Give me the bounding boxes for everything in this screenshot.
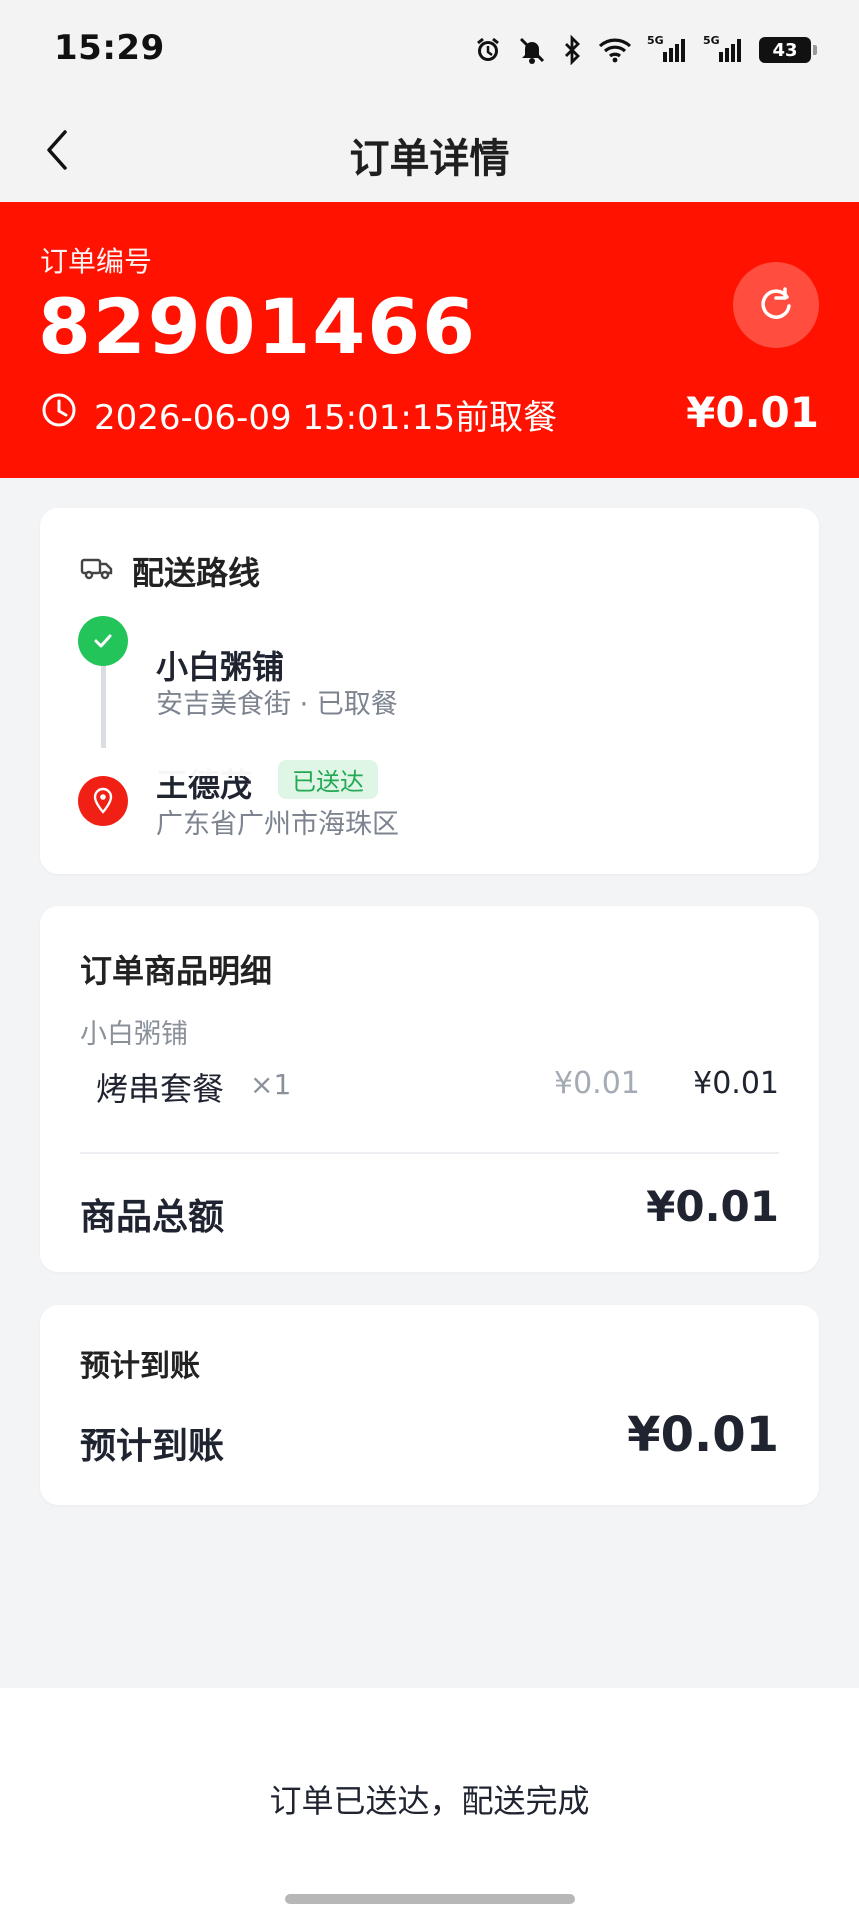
nav-bar: 订单详情: [0, 100, 859, 202]
route-connector-line: [101, 656, 106, 748]
bottom-status-bar: 订单已送达，配送完成: [0, 1688, 859, 1920]
pickup-time-text: 2026-06-09 15:01:15前取餐: [94, 398, 558, 438]
income-value: ¥0.01: [627, 1407, 779, 1463]
network-label-1: 5G: [647, 34, 664, 47]
battery-indicator: 43: [759, 37, 817, 63]
subtotal-value: ¥0.01: [646, 1182, 779, 1231]
item-row: 烤串套餐 ×1 ¥0.01 ¥0.01: [96, 1064, 819, 1114]
item-total-price: ¥0.01: [693, 1066, 779, 1101]
income-title: 预计到账: [80, 1349, 200, 1384]
estimated-income-card: 预计到账 预计到账 ¥0.01: [40, 1305, 819, 1505]
subtotal-label: 商品总额: [80, 1197, 225, 1238]
status-time: 15:29: [54, 28, 165, 68]
mute-icon: [517, 35, 547, 65]
items-store-name: 小白粥铺: [80, 1019, 188, 1050]
alarm-icon: [473, 35, 503, 65]
route-title-row: 配送路线: [80, 548, 260, 594]
dropoff-stop-detail: 广东省广州市海珠区: [156, 809, 399, 840]
item-quantity: ×1: [250, 1068, 292, 1101]
bluetooth-icon: [561, 35, 583, 65]
order-number-label: 订单编号: [40, 245, 153, 278]
status-icons: 5G 5G 43: [473, 28, 817, 72]
divider: [80, 1152, 779, 1154]
signal-5g-icon-1: 5G: [647, 34, 689, 66]
items-title: 订单商品明细: [80, 952, 273, 990]
location-pin-icon: [78, 776, 128, 826]
pickup-check-icon: [78, 616, 128, 666]
home-indicator[interactable]: [285, 1894, 575, 1904]
privacy-mask-address: [406, 800, 626, 838]
order-header: 订单编号 82901466 2026-06-09 15:01:15前取餐 ¥0.…: [0, 202, 859, 478]
delivered-badge: 已送达: [278, 760, 378, 799]
network-label-2: 5G: [703, 34, 720, 47]
privacy-mask-name: [152, 758, 268, 776]
item-unit-price: ¥0.01: [554, 1066, 640, 1101]
order-number: 82901466: [38, 282, 478, 371]
item-name: 烤串套餐: [96, 1070, 225, 1108]
wifi-icon: [597, 35, 633, 65]
clock-icon: [40, 391, 78, 438]
refresh-icon: [756, 283, 796, 327]
route-title: 配送路线: [132, 554, 261, 592]
income-label: 预计到账: [80, 1426, 225, 1467]
delivery-route-card: 配送路线 小白粥铺 安吉美食街 · 已取餐 王德茂 已送达 广东省广州市海珠区: [40, 508, 819, 874]
delivery-complete-message: 订单已送达，配送完成: [269, 1782, 590, 1820]
refresh-button[interactable]: [733, 262, 819, 348]
status-bar: 15:29 5G 5G 43: [0, 0, 859, 100]
order-amount: ¥0.01: [686, 388, 819, 437]
pickup-time-row: 2026-06-09 15:01:15前取餐: [40, 390, 557, 439]
signal-5g-icon-2: 5G: [703, 34, 745, 66]
truck-icon: [80, 552, 114, 590]
order-items-card: 订单商品明细 小白粥铺 烤串套餐 ×1 ¥0.01 ¥0.01 商品总额 ¥0.…: [40, 906, 819, 1272]
pickup-stop-detail: 安吉美食街 · 已取餐: [156, 689, 398, 720]
page-title: 订单详情: [349, 136, 510, 182]
